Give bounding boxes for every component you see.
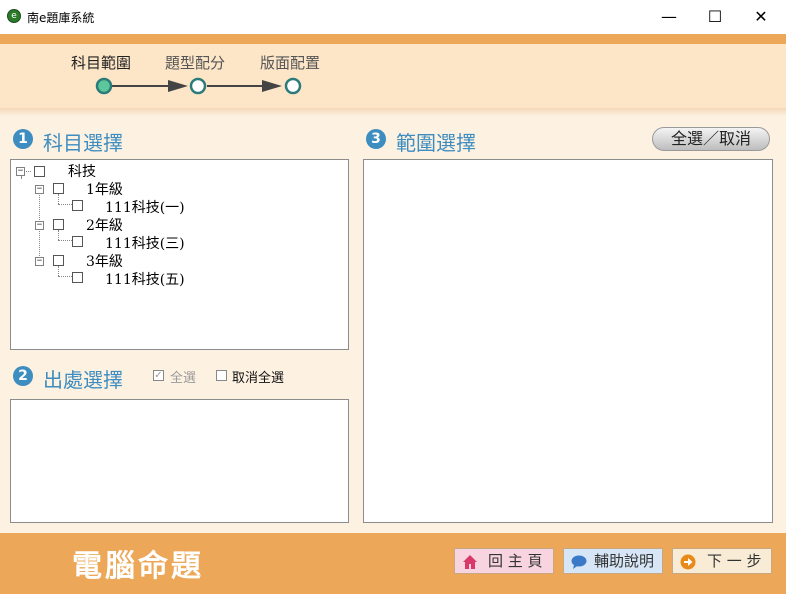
section-number-3: 3 — [366, 129, 386, 149]
subject-section-title: 科目選擇 — [43, 131, 123, 155]
step-label-question-types[interactable]: 題型配分 — [165, 52, 225, 73]
next-button-label: 下 一 步 — [707, 552, 762, 570]
tree-connector — [58, 230, 59, 240]
speech-bubble-icon — [571, 555, 587, 569]
tree-node-label[interactable]: 3年級 — [86, 251, 123, 271]
tree-expander-icon[interactable]: − — [16, 167, 25, 176]
tree-connector — [58, 240, 72, 241]
tree-node-label[interactable]: 111科技(三) — [105, 233, 185, 253]
deselect-all-label[interactable]: 取消全選 — [232, 367, 284, 386]
tree-checkbox[interactable] — [53, 255, 64, 266]
tree-checkbox[interactable] — [53, 219, 64, 230]
step-dot-2-icon — [189, 77, 207, 95]
tree-node-label[interactable]: 1年級 — [86, 179, 123, 199]
tree-checkbox[interactable] — [72, 236, 83, 247]
subject-tree-panel[interactable]: − 科技 − 1年級 111科技(一) − 2年級 111科技(三) − 3年級… — [10, 159, 349, 350]
tree-checkbox[interactable] — [34, 166, 45, 177]
tree-expander-icon[interactable]: − — [35, 257, 44, 266]
tree-node-label[interactable]: 111科技(五) — [105, 269, 185, 289]
step-label-layout[interactable]: 版面配置 — [260, 52, 320, 73]
tree-connector — [21, 176, 22, 178]
select-all-toggle-button[interactable]: 全選／取消 — [652, 127, 770, 151]
tree-node-label[interactable]: 2年級 — [86, 215, 123, 235]
home-icon — [463, 555, 477, 569]
close-button[interactable]: ✕ — [738, 0, 784, 34]
tree-expander-icon[interactable]: − — [35, 185, 44, 194]
source-list-panel[interactable] — [10, 399, 349, 523]
step-arrow-1-icon — [168, 80, 188, 92]
section-number-2: 2 — [13, 366, 33, 386]
help-button[interactable]: 輔助說明 — [563, 548, 663, 574]
source-section-title: 出處選擇 — [43, 368, 123, 392]
tree-connector — [58, 266, 59, 276]
tree-connector — [58, 204, 72, 205]
select-all-checkbox[interactable]: ✓ — [153, 370, 164, 381]
step-dot-active-icon — [95, 77, 113, 95]
home-button-label: 回 主 頁 — [488, 552, 543, 570]
next-button[interactable]: 下 一 步 — [672, 548, 772, 574]
step-dot-3-icon — [284, 77, 302, 95]
step-arrow-2-icon — [262, 80, 282, 92]
home-button[interactable]: 回 主 頁 — [454, 548, 554, 574]
tree-node-label[interactable]: 111科技(一) — [105, 197, 185, 217]
tree-expander-icon[interactable]: − — [35, 221, 44, 230]
app-logo-icon: e — [7, 9, 21, 23]
minimize-button[interactable]: — — [646, 0, 692, 34]
header-band — [0, 34, 786, 44]
tree-node-label[interactable]: 科技 — [68, 161, 96, 181]
step-label-subject-range[interactable]: 科目範圍 — [71, 52, 131, 73]
tree-checkbox[interactable] — [53, 183, 64, 194]
tree-checkbox[interactable] — [72, 272, 83, 283]
select-all-label[interactable]: 全選 — [170, 367, 196, 386]
deselect-all-checkbox[interactable] — [216, 370, 227, 381]
range-section-title: 範圍選擇 — [396, 131, 476, 155]
footer-title: 電腦命題 — [72, 549, 204, 584]
wizard-shadow — [0, 108, 786, 116]
tree-connector — [58, 194, 59, 204]
range-list-panel[interactable] — [363, 159, 773, 523]
arrow-right-circle-icon — [680, 554, 696, 570]
help-button-label: 輔助說明 — [594, 552, 655, 570]
maximize-button[interactable]: ☐ — [692, 0, 738, 34]
window-titlebar: e 南e題庫系統 — ☐ ✕ — [0, 0, 786, 34]
section-number-1: 1 — [13, 129, 33, 149]
wizard-progress-track — [95, 77, 302, 95]
tree-checkbox[interactable] — [72, 200, 83, 211]
window-title: 南e題庫系統 — [27, 11, 95, 25]
tree-connector — [58, 276, 72, 277]
